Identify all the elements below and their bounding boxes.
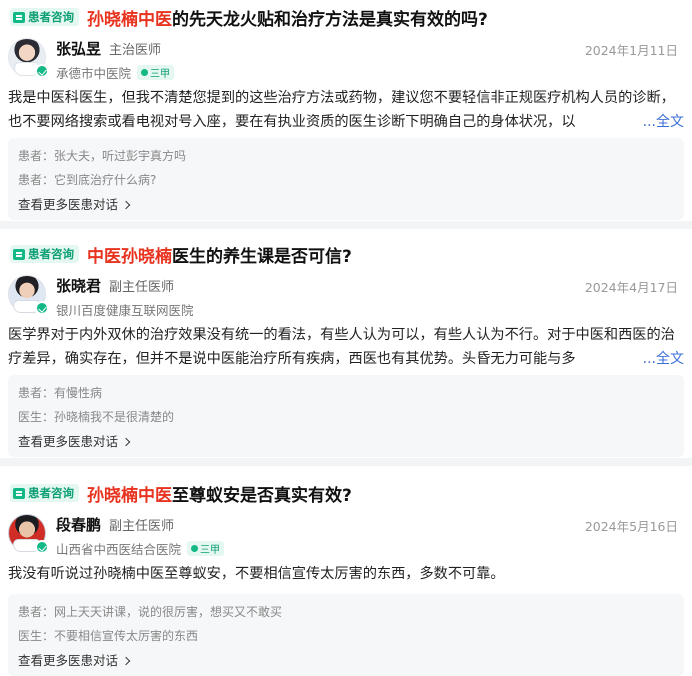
consult-badge: 患者咨询 — [10, 8, 79, 26]
hospital-name: 山西省中西医结合医院 — [56, 542, 182, 557]
more-dialog-link[interactable]: 查看更多医患对话 — [18, 192, 674, 218]
dialog-line: 患者：张大夫，听过彭宇真方吗 — [18, 149, 187, 163]
level-dot-icon — [191, 545, 199, 552]
question-title[interactable]: 孙晓楠中医的先天龙火贴和治疗方法是真实有效的吗? — [87, 5, 488, 30]
avatar[interactable] — [8, 38, 49, 78]
more-dialog-link[interactable]: 查看更多医患对话 — [18, 648, 674, 674]
answer-text[interactable]: 我是中医科医生，但我不清楚您提到的这些治疗方法或药物，建议您不要轻信非正规医疗机… — [8, 86, 684, 134]
chat-bubble-icon — [13, 11, 25, 23]
doctor-title: 主治医师 — [109, 43, 162, 58]
answer-date: 2024年1月11日 — [584, 43, 678, 58]
doctor-title: 副主任医师 — [109, 519, 175, 534]
doctor-title: 副主任医师 — [109, 280, 175, 295]
hospital-name: 承德市中医院 — [56, 66, 132, 81]
question-title[interactable]: 孙晓楠中医至尊蚁安是否真实有效? — [87, 481, 352, 506]
hospital-name: 银川百度健康互联网医院 — [56, 303, 194, 318]
chevron-right-icon — [121, 437, 131, 447]
avatar[interactable] — [8, 514, 49, 554]
consult-badge: 患者咨询 — [10, 484, 79, 502]
chevron-right-icon — [121, 656, 131, 666]
dialog-preview[interactable]: 患者：网上天天讲课，说的很厉害，想买又不敢买 医生：不要相信宣传太厉害的东西 查… — [8, 594, 684, 676]
doctor-name[interactable]: 段春鹏 — [56, 514, 101, 535]
doctor-name[interactable]: 张弘昱 — [56, 38, 101, 59]
answer-date: 2024年5月16日 — [584, 519, 678, 534]
question-title[interactable]: 中医孙晓楠医生的养生课是否可信? — [87, 242, 352, 267]
doctor-name[interactable]: 张晓君 — [56, 275, 101, 296]
consult-card-1[interactable]: 患者咨询 孙晓楠中医的先天龙火贴和治疗方法是真实有效的吗? 张弘昱 主治医师 承… — [0, 2, 692, 220]
consult-card-3[interactable]: 患者咨询 孙晓楠中医至尊蚁安是否真实有效? 段春鹏 副主任医师 山西省中西医结合… — [0, 478, 692, 676]
dialog-line: 医生：不要相信宣传太厉害的东西 — [18, 629, 199, 643]
dialog-line: 患者：网上天天讲课，说的很厉害，想买又不敢买 — [18, 605, 283, 619]
answer-date: 2024年4月17日 — [584, 280, 678, 295]
chevron-right-icon — [121, 200, 131, 210]
card-divider — [0, 221, 692, 229]
answer-text[interactable]: 我没有听说过孙晓楠中医至尊蚁安，不要相信宣传太厉害的东西，多数不可靠。 — [8, 562, 684, 586]
avatar[interactable] — [8, 275, 49, 315]
full-text-link[interactable]: ...全文 — [620, 110, 684, 134]
more-dialog-link[interactable]: 查看更多医患对话 — [18, 429, 674, 455]
dialog-preview[interactable]: 患者：张大夫，听过彭宇真方吗 患者：它到底治疗什么病? 查看更多医患对话 — [8, 138, 684, 220]
consult-card-2[interactable]: 患者咨询 中医孙晓楠医生的养生课是否可信? 张晓君 副主任医师 银川百度健康互联… — [0, 239, 692, 457]
verified-check-icon — [35, 64, 49, 78]
dialog-line: 患者：有慢性病 — [18, 386, 103, 400]
full-text-link[interactable]: ...全文 — [620, 347, 684, 371]
dialog-preview[interactable]: 患者：有慢性病 医生：孙晓楠我不是很清楚的 查看更多医患对话 — [8, 375, 684, 457]
verified-check-icon — [35, 301, 49, 315]
level-dot-icon — [141, 69, 149, 76]
card-divider — [0, 458, 692, 466]
verified-check-icon — [35, 540, 49, 554]
dialog-line: 患者：它到底治疗什么病? — [18, 173, 157, 187]
hospital-level-badge: 三甲 — [187, 541, 225, 556]
consult-badge: 患者咨询 — [10, 245, 79, 263]
chat-bubble-icon — [13, 487, 25, 499]
hospital-level-badge: 三甲 — [137, 65, 175, 80]
dialog-line: 医生：孙晓楠我不是很清楚的 — [18, 410, 175, 424]
chat-bubble-icon — [13, 248, 25, 260]
answer-text[interactable]: 医学界对于内外双休的治疗效果没有统一的看法，有些人认为可以，有些人认为不行。对于… — [8, 323, 684, 371]
